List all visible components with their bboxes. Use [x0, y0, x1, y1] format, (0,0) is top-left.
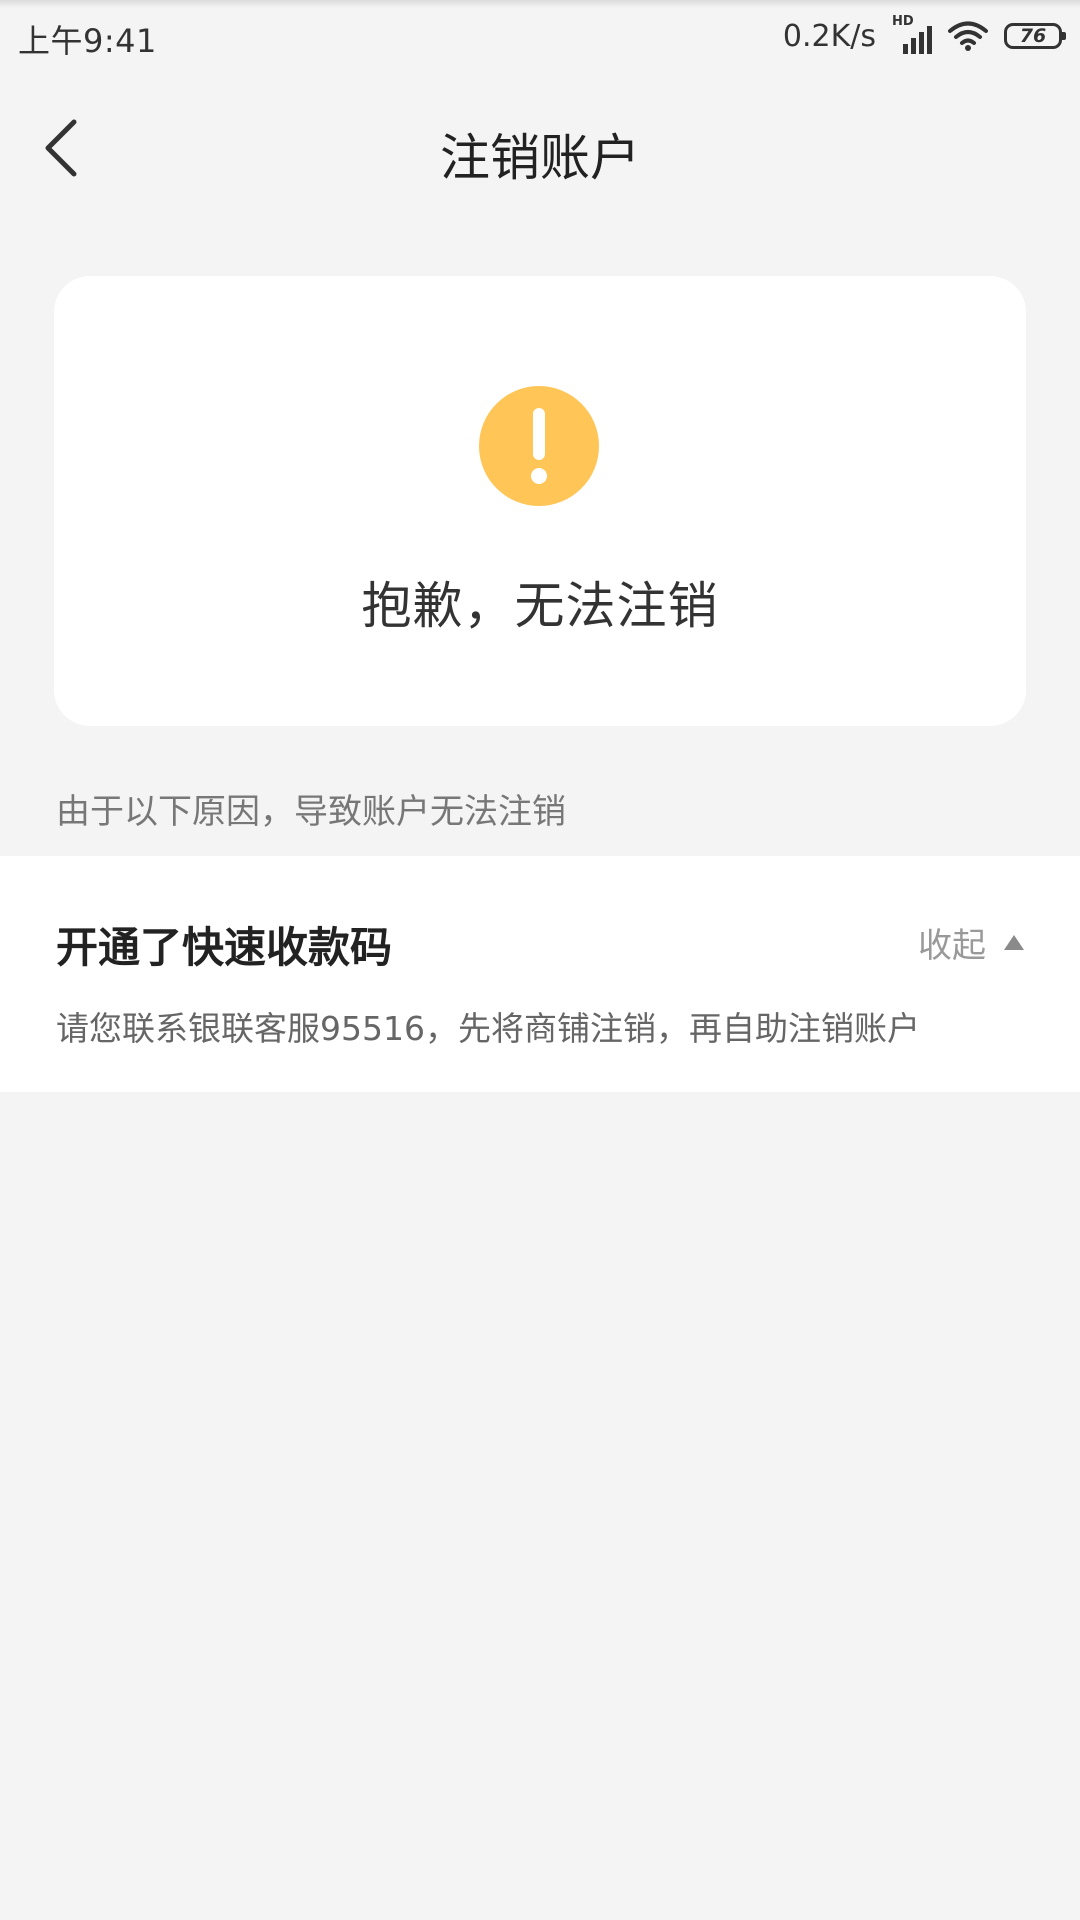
- battery-level: 76: [1019, 25, 1047, 47]
- page-title: 注销账户: [440, 129, 640, 187]
- reason-title: 开通了快速收款码: [56, 923, 393, 972]
- signal-icon: HD: [892, 14, 932, 56]
- collapse-label: 收起: [918, 926, 986, 966]
- exclamation-circle-icon: [479, 386, 599, 506]
- status-time: 上午9:41: [18, 22, 157, 60]
- status-bar: 上午9:41 0.2K/s HD 76: [0, 0, 1080, 72]
- network-speed: 0.2K/s: [782, 18, 876, 54]
- wifi-icon: [948, 21, 988, 51]
- reason-item: 开通了快速收款码 收起 请您联系银联客服95516，先将商铺注销，再自助注销账户: [0, 856, 1080, 1092]
- collapse-button[interactable]: 收起: [918, 918, 1024, 967]
- battery-icon: 76: [1004, 23, 1066, 49]
- result-title: 抱歉，无法注销: [361, 577, 719, 635]
- reason-description: 请您联系银联客服95516，先将商铺注销，再自助注销账户: [56, 1009, 920, 1048]
- status-indicators: 0.2K/s HD 76: [782, 14, 1066, 58]
- result-card: 抱歉，无法注销: [54, 276, 1026, 726]
- navigation-header: 注销账户: [0, 72, 1080, 224]
- triangle-up-icon: [1004, 935, 1024, 950]
- reason-hint: 由于以下原因，导致账户无法注销: [56, 792, 566, 832]
